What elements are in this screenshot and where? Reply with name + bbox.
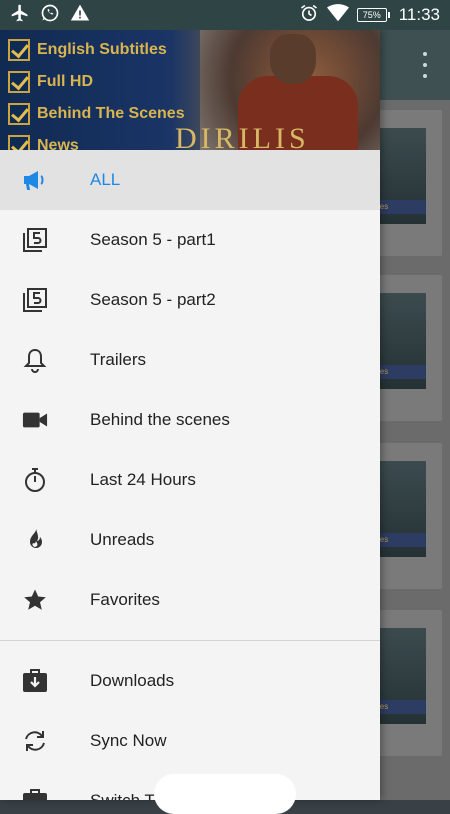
menu-item-all[interactable]: ALL <box>0 150 380 210</box>
bell-icon <box>22 348 48 373</box>
wifi-icon <box>326 3 349 28</box>
star-icon <box>22 588 48 612</box>
header-figure-head <box>270 34 316 84</box>
menu-item-season-5-part1[interactable]: Season 5 - part1 <box>0 210 380 270</box>
menu-item-label: Sync Now <box>90 731 167 750</box>
menu-item-label: Season 5 - part2 <box>90 290 216 309</box>
stopwatch-icon <box>22 468 48 492</box>
checkbox-icon <box>8 39 30 61</box>
warning-icon <box>70 3 90 28</box>
flame-icon <box>22 528 48 552</box>
menu-divider <box>0 640 380 641</box>
checkbox-icon <box>8 135 30 150</box>
navigation-drawer: DIRILIS English Subtitles Full HD Behind… <box>0 30 380 800</box>
menu-item-downloads[interactable]: Downloads <box>0 651 380 711</box>
menu-item-behind-the-scenes[interactable]: Behind the scenes <box>0 390 380 450</box>
download-box-icon <box>22 669 48 693</box>
drawer-menu: ALL Season 5 - part1 Season 5 - part2 Tr… <box>0 150 380 800</box>
alarm-icon <box>299 3 319 28</box>
header-logo: DIRILIS <box>175 122 310 150</box>
menu-item-label: Unreads <box>90 530 155 549</box>
menu-item-unreads[interactable]: Unreads <box>0 510 380 570</box>
header-feature: News <box>8 130 185 150</box>
battery-icon: 75% <box>356 8 390 22</box>
overflow-menu-icon[interactable] <box>422 52 428 78</box>
menu-item-label: Downloads <box>90 671 175 690</box>
menu-item-label: Season 5 - part1 <box>90 230 216 249</box>
menu-item-trailers[interactable]: Trailers <box>0 330 380 390</box>
menu-item-favorites[interactable]: Favorites <box>0 570 380 630</box>
header-feature: Behind The Scenes <box>8 98 185 130</box>
airplane-icon <box>10 3 30 28</box>
megaphone-icon <box>22 168 48 192</box>
numbered-layers-icon <box>22 288 48 312</box>
palette-icon <box>22 789 48 800</box>
header-feature: English Subtitles <box>8 34 185 66</box>
drawer-header-banner: DIRILIS English Subtitles Full HD Behind… <box>0 30 380 150</box>
sync-icon <box>22 729 48 753</box>
menu-item-label: ALL <box>90 170 121 189</box>
status-bar: 75% 11:33 <box>0 0 450 30</box>
checkbox-icon <box>8 103 30 125</box>
menu-item-label: Trailers <box>90 350 147 369</box>
status-time: 11:33 <box>398 5 440 24</box>
whatsapp-icon <box>40 3 60 28</box>
header-feature-list: English Subtitles Full HD Behind The Sce… <box>8 34 185 150</box>
menu-item-label: Favorites <box>90 590 160 609</box>
checkbox-icon <box>8 71 30 93</box>
header-feature: Full HD <box>8 66 185 98</box>
home-gesture-pill[interactable] <box>154 774 296 814</box>
menu-item-last-24-hours[interactable]: Last 24 Hours <box>0 450 380 510</box>
menu-item-season-5-part2[interactable]: Season 5 - part2 <box>0 270 380 330</box>
video-camera-icon <box>22 408 48 432</box>
numbered-layers-icon <box>22 228 48 252</box>
menu-item-label: Last 24 Hours <box>90 470 196 489</box>
menu-item-label: Behind the scenes <box>90 410 230 429</box>
menu-item-sync-now[interactable]: Sync Now <box>0 711 380 771</box>
